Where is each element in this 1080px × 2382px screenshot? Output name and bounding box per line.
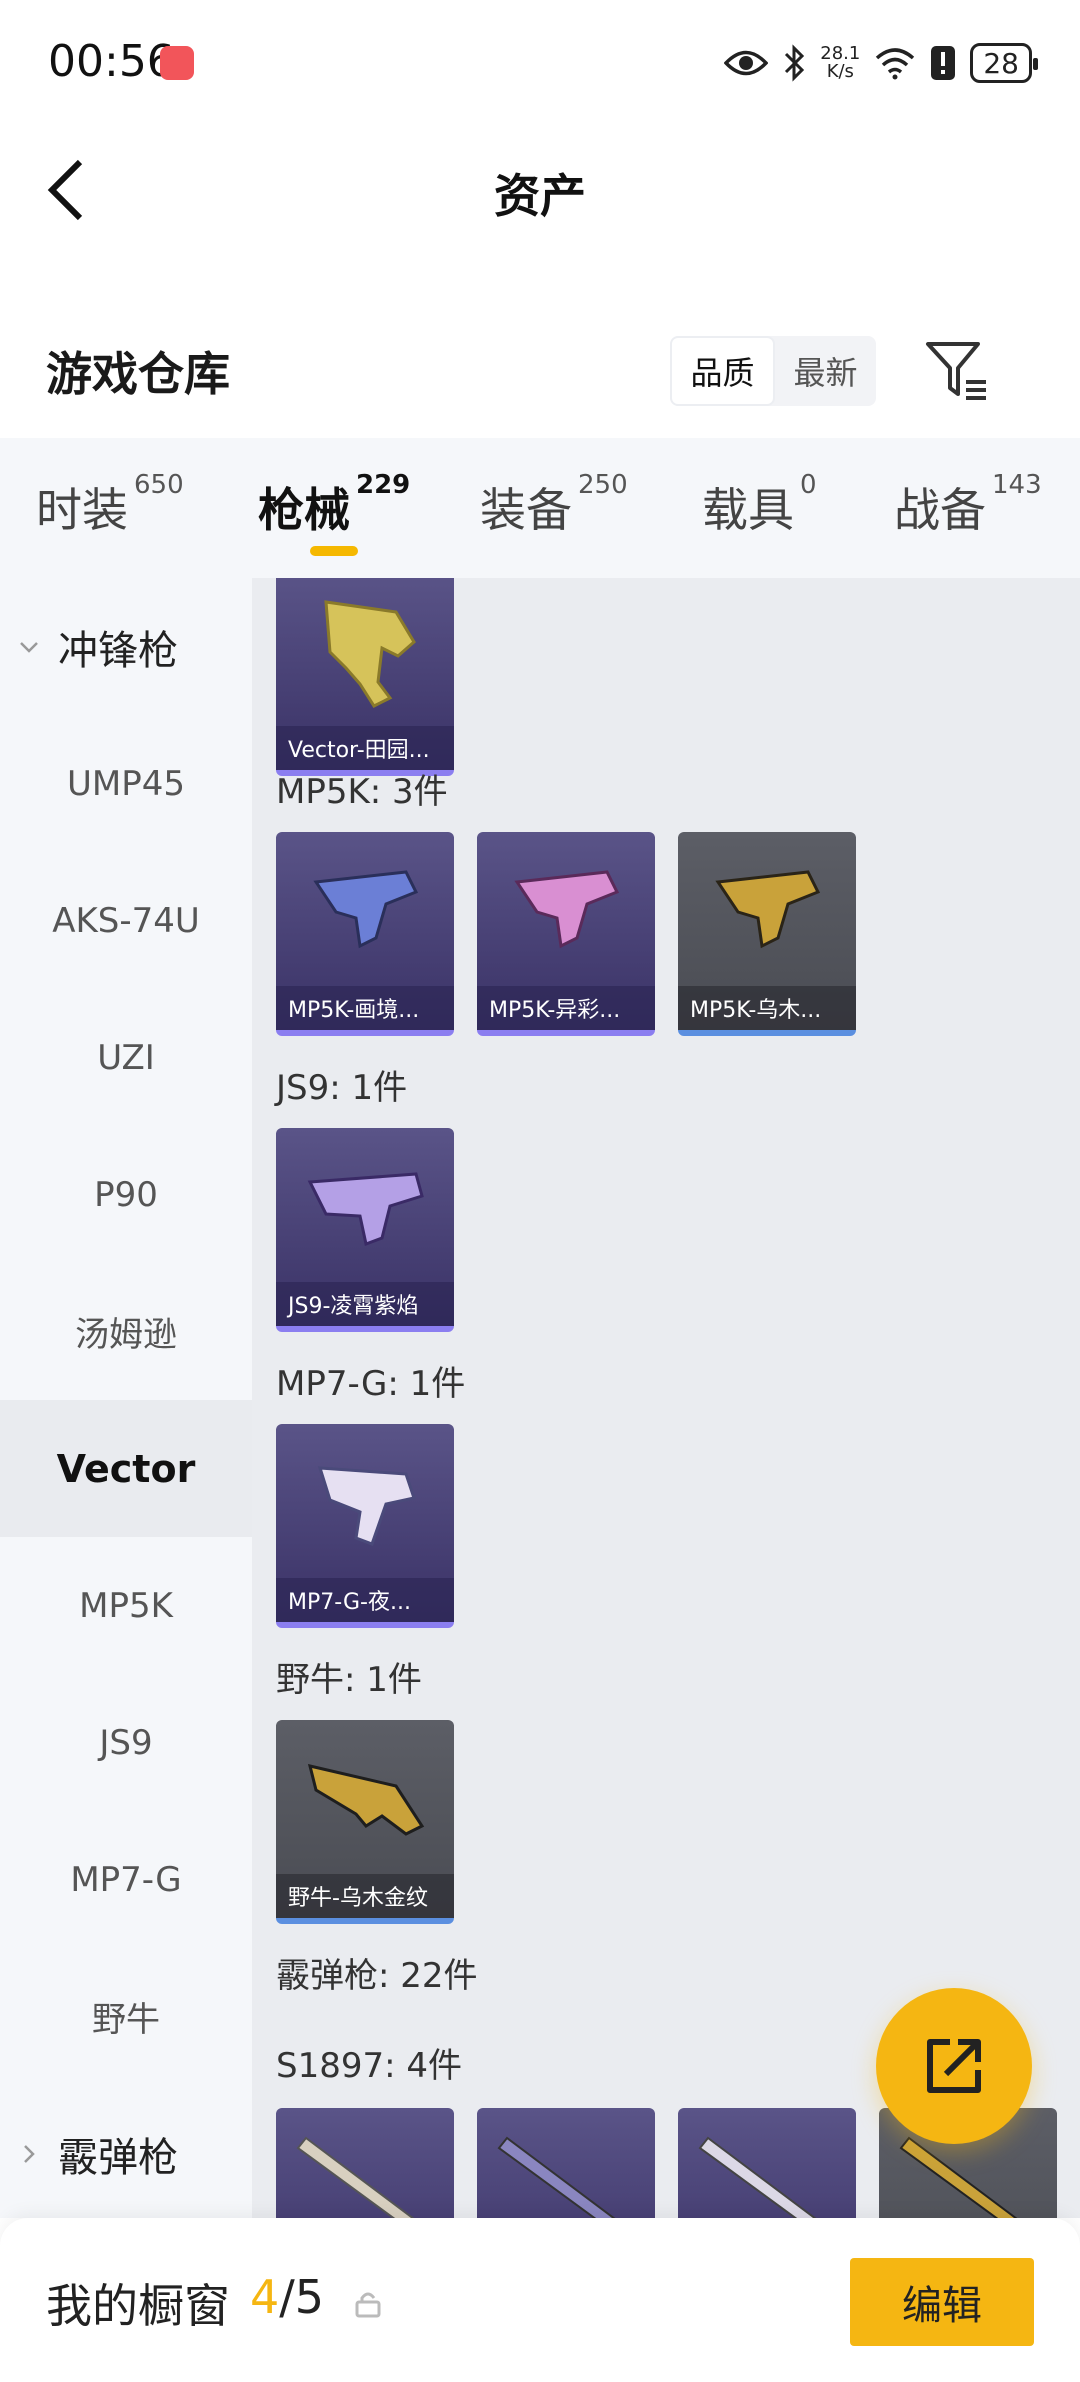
- group-label: MP5K: 3件: [276, 772, 448, 812]
- net-speed: 28.1 K/s: [820, 43, 861, 82]
- smg-icon: [313, 870, 419, 949]
- item-grid: Vector-田园... MP5K: 3件 MP5K-画境... MP5K-异彩…: [252, 578, 1080, 2218]
- battery-icon: 28: [970, 43, 1038, 83]
- showcase-count: 4/5: [250, 2270, 325, 2324]
- group-label: MP7-G: 1件: [276, 1364, 466, 1404]
- shotgun-icon: [497, 2136, 616, 2218]
- item-name: JS9-凌霄紫焰: [276, 1282, 454, 1326]
- tab-fashion[interactable]: 时装 650: [36, 470, 184, 540]
- sidebar-item-bizon[interactable]: 野牛: [0, 1948, 252, 2085]
- tab-count: 143: [992, 470, 1042, 500]
- item-card[interactable]: Vector-田园...: [276, 578, 454, 776]
- alert-icon: [931, 46, 956, 80]
- item-name: 野牛-乌木金纹: [276, 1874, 454, 1918]
- app-notification-icon: [160, 46, 194, 80]
- item-card[interactable]: MP7-G-夜...: [276, 1424, 454, 1628]
- sidebar-group-shotgun[interactable]: 霰弹枪: [0, 2085, 252, 2218]
- sidebar-item-p90[interactable]: P90: [0, 1126, 252, 1263]
- shotgun-icon: [698, 2136, 817, 2218]
- sidebar-item-ump45[interactable]: UMP45: [0, 715, 252, 852]
- group-label: S1897: 4件: [276, 2046, 463, 2086]
- warehouse-header: 游戏仓库 品质 最新: [0, 320, 1080, 420]
- sort-toggle: 品质 最新: [670, 336, 876, 406]
- page-title: 资产: [494, 169, 586, 223]
- tab-count: 0: [800, 470, 817, 500]
- sidebar-item-thompson[interactable]: 汤姆逊: [0, 1263, 252, 1400]
- group-label: 野牛: 1件: [276, 1660, 422, 1700]
- status-bar: 00:56 28.1 K/s 28: [0, 0, 1080, 120]
- smg-icon: [317, 1466, 416, 1546]
- edit-button[interactable]: 编辑: [850, 2258, 1034, 2346]
- item-card[interactable]: [276, 2108, 454, 2218]
- smg-icon: [514, 870, 620, 949]
- tab-count: 229: [356, 470, 411, 500]
- active-tab-indicator: [310, 546, 358, 556]
- status-time: 00:56: [48, 36, 175, 87]
- tab-vehicles[interactable]: 载具 0: [702, 470, 817, 540]
- sidebar-item-uzi[interactable]: UZI: [0, 989, 252, 1126]
- lock-icon: [355, 2292, 381, 2318]
- sort-newest-button[interactable]: 最新: [775, 336, 876, 406]
- item-name: MP5K-画境...: [276, 986, 454, 1030]
- tab-firearms[interactable]: 枪械 229: [258, 470, 410, 540]
- sidebar-item-js9[interactable]: JS9: [0, 1674, 252, 1811]
- sort-quality-button[interactable]: 品质: [670, 336, 775, 406]
- smg-icon: [307, 1172, 424, 1247]
- tab-battle-gear[interactable]: 战备 143: [894, 470, 1042, 540]
- item-card[interactable]: MP5K-画境...: [276, 832, 454, 1036]
- item-name: MP5K-乌木...: [678, 986, 856, 1030]
- wifi-icon: [876, 48, 915, 80]
- tab-count: 650: [134, 470, 184, 500]
- smg-icon: [715, 870, 821, 949]
- sidebar-item-mp5k[interactable]: MP5K: [0, 1537, 252, 1674]
- group-label: JS9: 1件: [276, 1068, 408, 1108]
- smg-icon: [324, 600, 416, 708]
- showcase-bar: 我的橱窗 4/5 编辑: [0, 2218, 1080, 2382]
- item-name: MP7-G-夜...: [276, 1578, 454, 1622]
- tab-count: 250: [578, 470, 628, 500]
- eye-icon: [724, 50, 769, 76]
- sidebar-group-smg[interactable]: 冲锋枪: [0, 578, 252, 715]
- item-card[interactable]: MP5K-乌木...: [678, 832, 856, 1036]
- item-card[interactable]: MP5K-异彩...: [477, 832, 655, 1036]
- bluetooth-icon: [785, 44, 805, 82]
- chevron-down-icon: [20, 641, 38, 653]
- smg-icon: [307, 1763, 425, 1836]
- item-card[interactable]: [678, 2108, 856, 2218]
- category-tabs: 时装 650 枪械 229 装备 250 载具 0 战备 143: [0, 438, 1080, 578]
- item-card[interactable]: JS9-凌霄紫焰: [276, 1128, 454, 1332]
- item-card[interactable]: [477, 2108, 655, 2218]
- shotgun-icon: [296, 2136, 415, 2218]
- item-card[interactable]: 野牛-乌木金纹: [276, 1720, 454, 1924]
- sidebar-item-vector[interactable]: Vector: [0, 1400, 252, 1537]
- sidebar-item-mp7g[interactable]: MP7-G: [0, 1811, 252, 1948]
- weapon-type-sidebar: 冲锋枪 UMP45 AKS-74U UZI P90 汤姆逊 Vector MP5…: [0, 578, 252, 2218]
- app-header: 资产: [0, 120, 1080, 260]
- status-icons: 28.1 K/s 28: [724, 38, 1038, 88]
- showcase-label: 我的橱窗: [46, 2279, 230, 2333]
- item-name: MP5K-异彩...: [477, 986, 655, 1030]
- section-title: 游戏仓库: [46, 347, 230, 401]
- filter-icon: [926, 342, 986, 400]
- sidebar-item-aks74u[interactable]: AKS-74U: [0, 852, 252, 989]
- filter-button[interactable]: [924, 338, 994, 404]
- tab-equipment[interactable]: 装备 250: [480, 470, 628, 540]
- share-button[interactable]: [876, 1988, 1032, 2144]
- chevron-right-icon: [24, 2144, 35, 2163]
- group-label: 霰弹枪: 22件: [276, 1956, 478, 1996]
- share-icon: [927, 2039, 981, 2093]
